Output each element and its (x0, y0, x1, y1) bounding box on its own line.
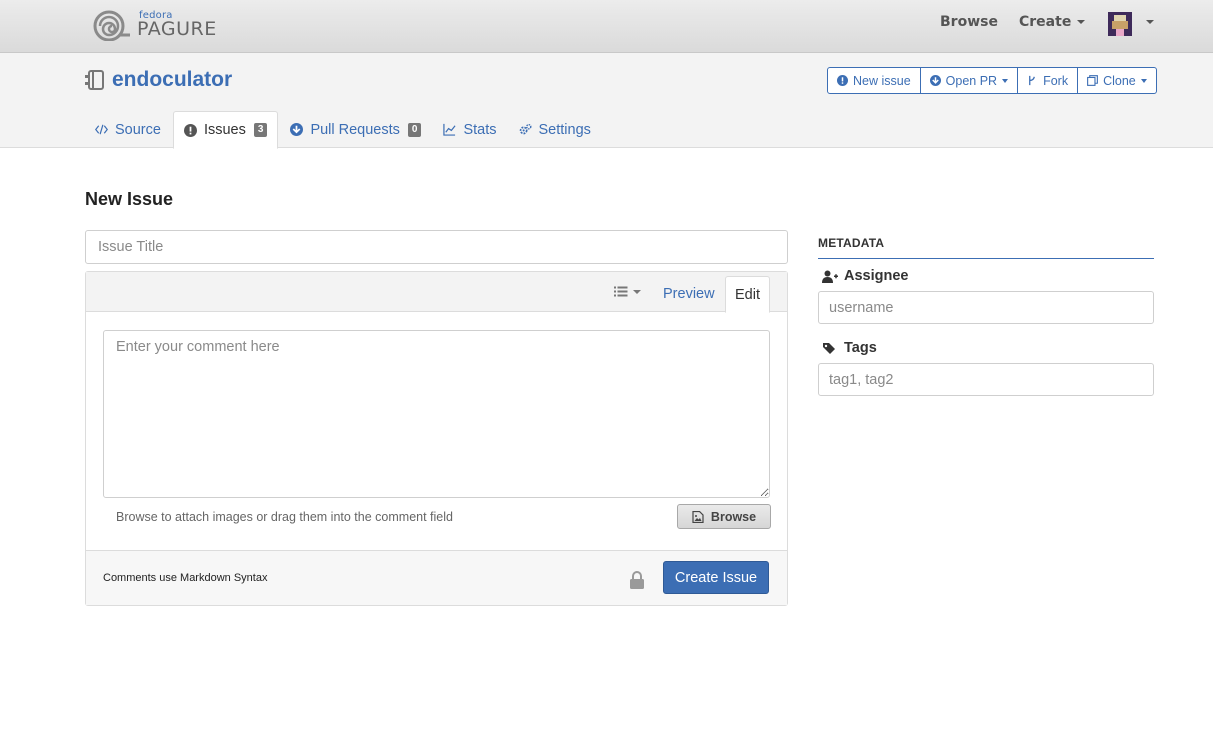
user-menu-chevron-down-icon[interactable] (1146, 20, 1154, 24)
gears-icon (519, 123, 532, 135)
list-format-dropdown[interactable] (614, 286, 641, 297)
list-icon (614, 286, 628, 297)
file-image-icon (692, 510, 704, 523)
tab-source[interactable]: Source (85, 111, 171, 148)
tab-settings-label: Settings (538, 121, 591, 138)
pagure-shell-icon (93, 10, 130, 41)
tab-issues[interactable]: Issues 3 (172, 111, 279, 149)
line-chart-icon (443, 123, 457, 136)
project-title: endoculator (85, 68, 232, 92)
chevron-down-icon (1002, 78, 1009, 83)
logo-text: fedora PAGURE (137, 11, 217, 39)
tab-pull-requests[interactable]: Pull Requests 0 (280, 111, 431, 148)
project-action-buttons: New issue Open PR Fork Clone (827, 67, 1157, 94)
open-pr-dropdown[interactable]: Open PR (921, 68, 1019, 93)
exclamation-circle-icon (183, 123, 197, 137)
tag-icon (823, 342, 835, 354)
tags-label: Tags (822, 340, 877, 356)
clone-dropdown[interactable]: Clone (1078, 68, 1156, 93)
tab-settings[interactable]: Settings (509, 111, 601, 148)
comment-editor: Preview Edit Browse to attach images or … (85, 271, 788, 606)
nav-browse-link[interactable]: Browse (940, 14, 998, 30)
pull-requests-count-badge: 0 (407, 122, 422, 137)
logo-pagure-text: PAGURE (137, 18, 217, 40)
code-icon (95, 124, 108, 135)
nav-create-label: Create (1019, 14, 1072, 30)
top-navbar: fedora PAGURE Browse Create (0, 0, 1213, 53)
user-avatar[interactable] (1108, 12, 1132, 36)
clone-icon (1087, 75, 1099, 86)
markdown-syntax-note: Comments use Markdown Syntax (103, 572, 268, 584)
chevron-down-icon (1077, 20, 1086, 24)
attach-help-text: Browse to attach images or drag them int… (116, 510, 453, 524)
assignee-input[interactable] (818, 291, 1154, 324)
editor-toolbar: Preview Edit (86, 272, 787, 313)
browse-label: Browse (710, 509, 757, 524)
tab-stats-label: Stats (463, 121, 497, 138)
tab-source-label: Source (115, 121, 161, 138)
open-pr-label: Open PR (945, 73, 998, 88)
exclamation-circle-icon (837, 75, 848, 86)
project-name-link[interactable]: endoculator (112, 68, 232, 92)
project-tabs: Source Issues 3 Pull Requests 0 Stats Se… (85, 111, 603, 149)
chevron-down-icon (1140, 78, 1147, 83)
metadata-heading: METADATA (818, 236, 1154, 259)
tab-issues-label: Issues (203, 122, 246, 138)
tab-stats[interactable]: Stats (433, 111, 506, 148)
tab-pull-requests-label: Pull Requests (310, 121, 400, 138)
user-plus-icon (822, 270, 838, 283)
issue-title-input[interactable] (85, 230, 788, 264)
new-issue-label: New issue (853, 73, 911, 88)
chevron-down-icon (633, 289, 641, 294)
preview-tab[interactable]: Preview (654, 276, 724, 312)
assignee-label: Assignee (822, 268, 908, 284)
code-fork-icon (1029, 75, 1036, 86)
arrow-circle-down-icon (929, 75, 941, 86)
edit-tab[interactable]: Edit (725, 276, 770, 313)
pagure-logo[interactable]: fedora PAGURE (92, 7, 217, 43)
tags-label-text: Tags (844, 340, 877, 356)
page-title: New Issue (85, 189, 174, 209)
editor-footer: Comments use Markdown Syntax Create Issu… (86, 550, 787, 605)
fork-label: Fork (1043, 73, 1069, 88)
issues-count-badge: 3 (253, 123, 268, 137)
create-issue-button[interactable]: Create Issue (663, 561, 769, 594)
browse-attach-button[interactable]: Browse (677, 504, 771, 529)
project-header: endoculator New issue Open PR Fork Clone… (0, 53, 1213, 149)
new-issue-button[interactable]: New issue (828, 68, 921, 93)
tags-input[interactable] (818, 363, 1154, 396)
repository-icon (85, 70, 104, 90)
comment-textarea[interactable] (103, 330, 770, 498)
fork-button[interactable]: Fork (1018, 68, 1079, 93)
nav-create-dropdown[interactable]: Create (1019, 14, 1086, 30)
clone-label: Clone (1103, 73, 1136, 88)
arrow-circle-down-icon (290, 123, 304, 136)
assignee-label-text: Assignee (844, 268, 909, 284)
lock-icon[interactable] (629, 571, 645, 589)
